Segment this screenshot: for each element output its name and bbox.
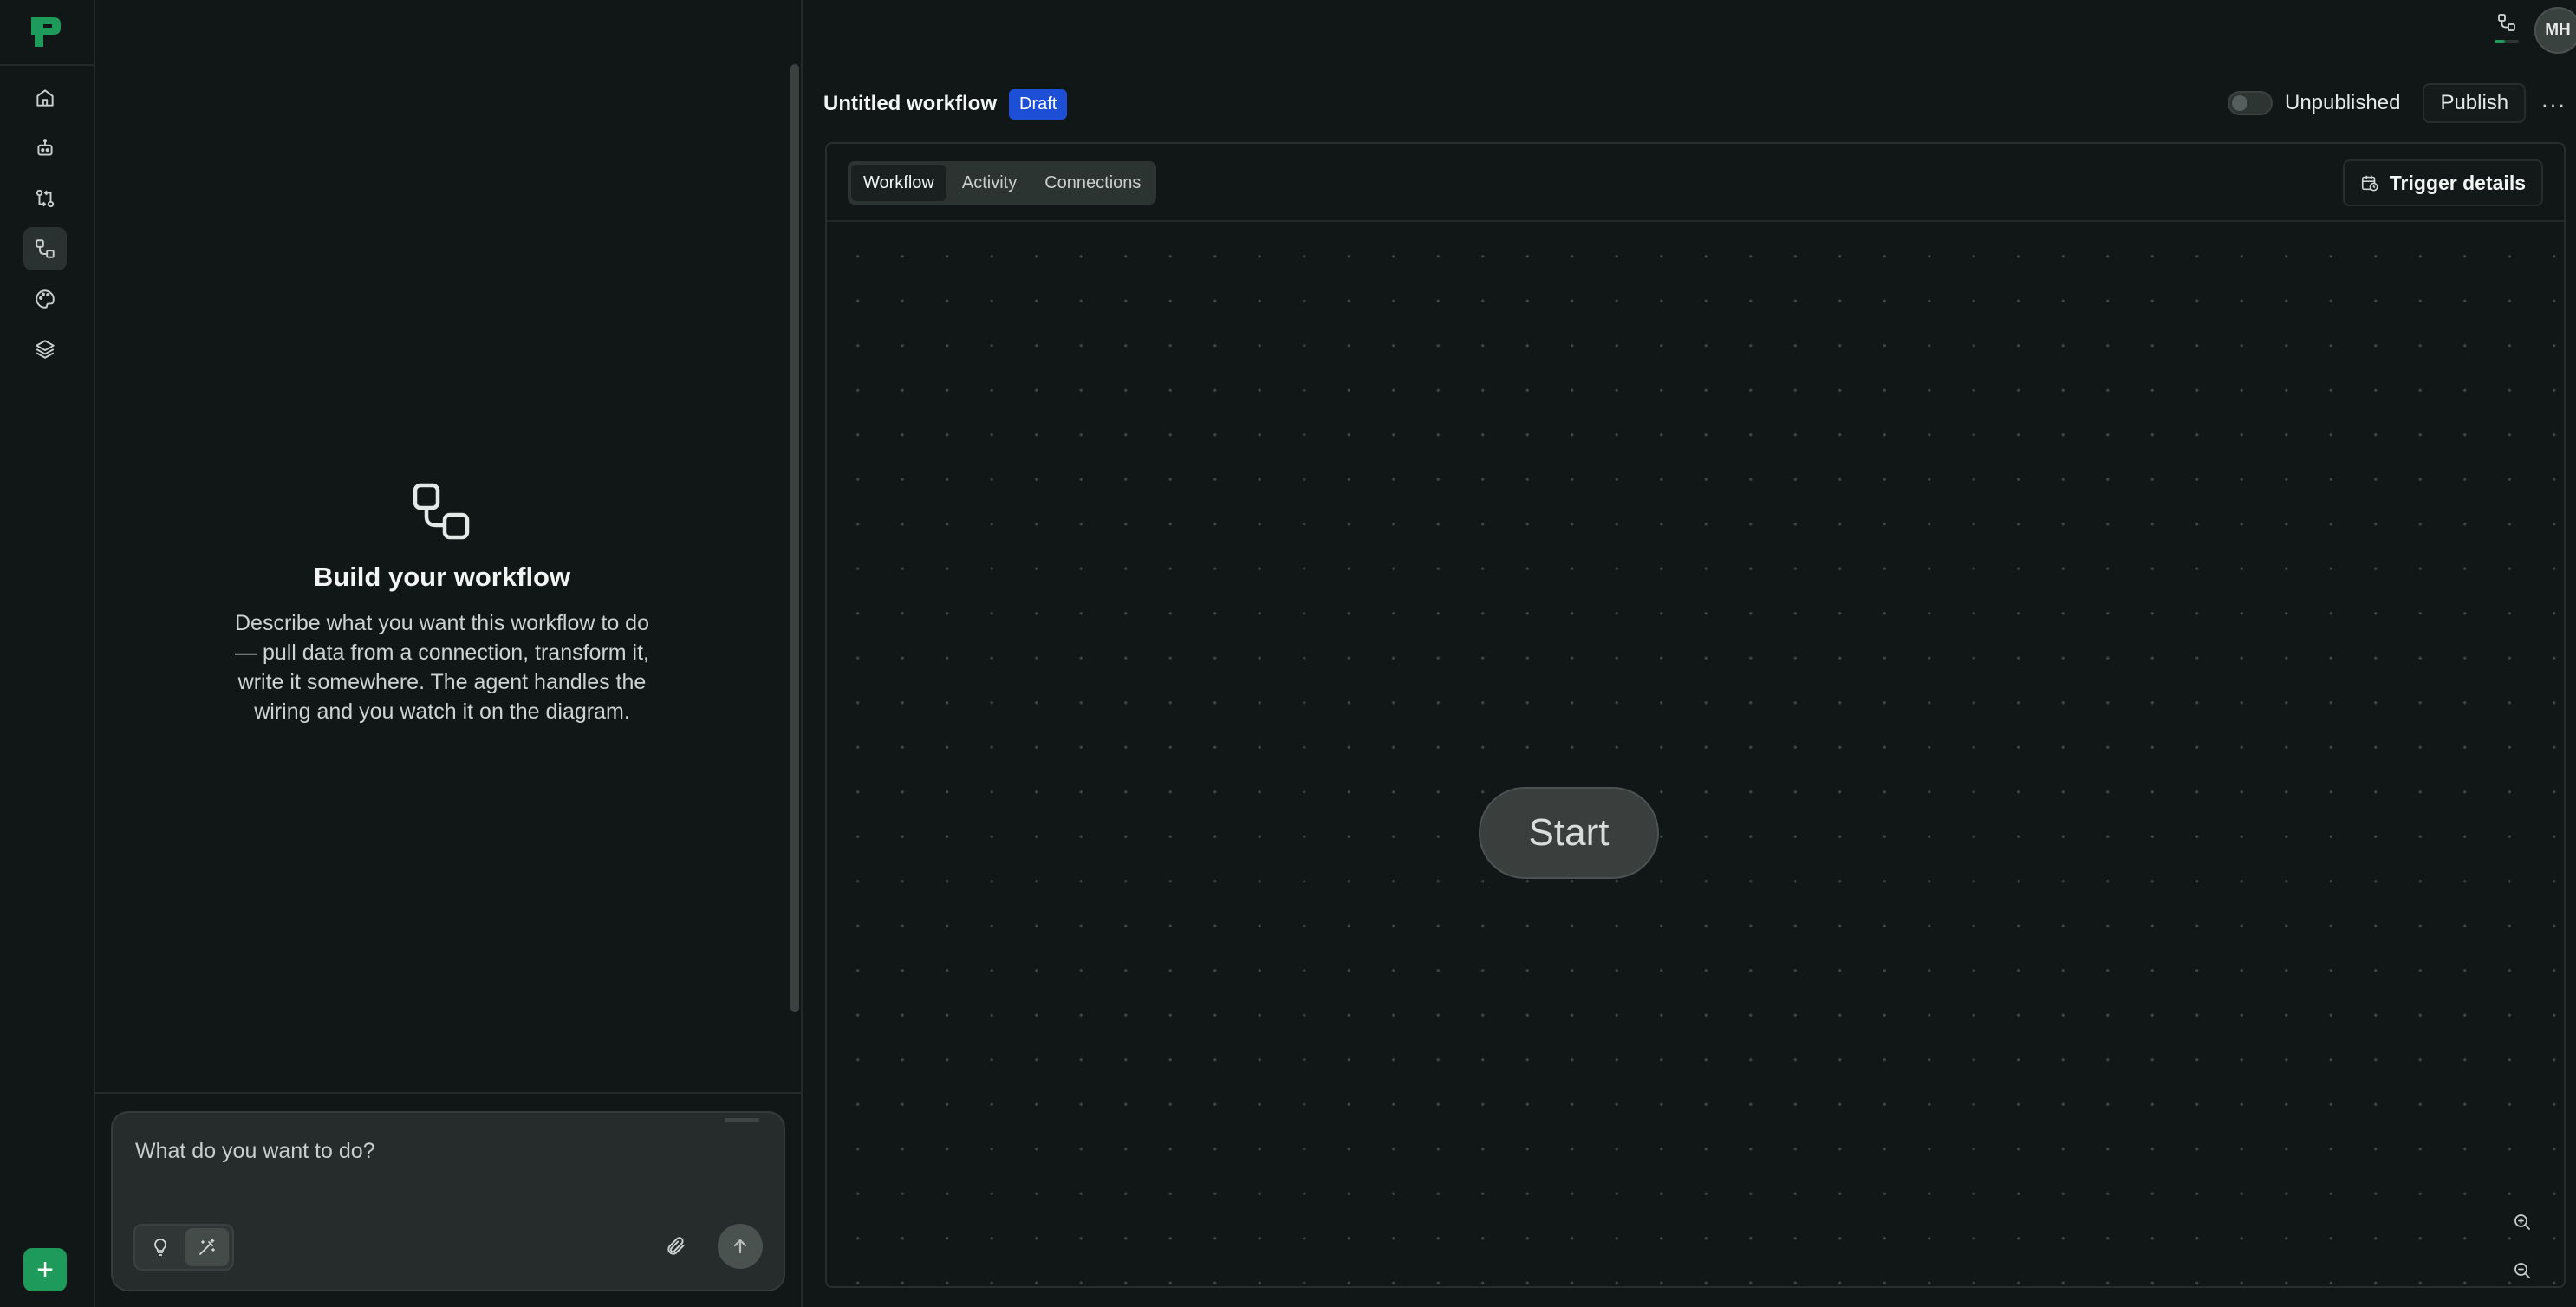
chat-scrollbar[interactable] (790, 64, 799, 1012)
home-icon (36, 89, 54, 107)
nav-item-pipelines[interactable] (23, 177, 67, 220)
workflow-canvas[interactable]: Start (827, 224, 2564, 1286)
workflow-icon (412, 482, 472, 543)
chat-input[interactable] (135, 1134, 759, 1168)
tab-connections[interactable]: Connections (1032, 165, 1153, 201)
more-options-button[interactable]: ··· (2536, 87, 2571, 121)
send-button[interactable] (718, 1224, 763, 1269)
lightbulb-icon (154, 1239, 166, 1256)
workflow-icon (36, 239, 55, 258)
plus-icon: + (36, 1253, 54, 1286)
workflow-icon (2498, 14, 2515, 31)
tab-workflow[interactable]: Workflow (851, 165, 946, 201)
attach-button[interactable] (657, 1227, 695, 1265)
zoom-in-icon (2514, 1214, 2530, 1230)
chat-composer (111, 1111, 785, 1291)
magic-wand-icon (199, 1239, 215, 1255)
trigger-details-label: Trigger details (2389, 171, 2526, 194)
empty-state-title: Build your workflow (313, 562, 571, 592)
arrow-up-icon (733, 1239, 747, 1254)
ellipsis-icon: ··· (2540, 90, 2566, 117)
tab-activity[interactable]: Activity (950, 165, 1029, 201)
start-node[interactable]: Start (1479, 787, 1659, 879)
empty-state-description: Describe what you want this workflow to … (235, 611, 649, 724)
workflow-main: MH Untitled workflow Draft Unpublished P… (804, 0, 2576, 1307)
publish-toggle[interactable] (2228, 91, 2273, 115)
zoom-out-button[interactable] (2500, 1248, 2545, 1286)
zoom-out-icon (2514, 1263, 2530, 1278)
workflow-canvas-frame: Workflow Activity Connections Trigger de… (825, 142, 2566, 1288)
paperclip-icon (667, 1237, 685, 1255)
magic-button[interactable] (185, 1228, 229, 1266)
user-avatar[interactable]: MH (2534, 7, 2576, 54)
composer-divider (95, 1092, 803, 1094)
empty-state: Build your workflow Describe what you wa… (130, 482, 754, 726)
workflow-title[interactable]: Untitled workflow (823, 92, 997, 116)
workflow-header: Untitled workflow Draft (823, 85, 1068, 123)
nav-item-workflows[interactable] (23, 227, 67, 270)
nav-rail: + (0, 0, 95, 1307)
zoom-in-button[interactable] (2500, 1200, 2545, 1245)
toggle-knob (2232, 95, 2247, 111)
ideas-button[interactable] (139, 1228, 182, 1266)
workflow-actions: Unpublished Publish (2228, 83, 2527, 123)
nav-item-themes[interactable] (23, 277, 67, 321)
publish-state-label: Unpublished (2285, 91, 2401, 114)
rail-divider (0, 64, 94, 66)
pipeline-icon (36, 189, 55, 208)
brand-logo[interactable] (28, 14, 64, 50)
publish-button[interactable]: Publish (2423, 83, 2527, 123)
nav-item-layers[interactable] (23, 328, 67, 371)
palette-icon (36, 289, 55, 309)
workflow-status-indicator[interactable] (2491, 12, 2522, 47)
status-badge: Draft (1009, 88, 1068, 120)
resize-grip[interactable] (725, 1118, 759, 1122)
app-root: + Build your workflow Describe what you … (0, 0, 2576, 1307)
calendar-clock-icon (2361, 175, 2378, 192)
composer-tools (133, 1224, 234, 1271)
add-button[interactable]: + (23, 1248, 67, 1291)
layers-icon (36, 340, 55, 359)
canvas-toolbar: Workflow Activity Connections Trigger de… (827, 144, 2564, 222)
canvas-tabs: Workflow Activity Connections (848, 161, 1157, 205)
nav-item-home[interactable] (23, 76, 67, 120)
trigger-details-button[interactable]: Trigger details (2342, 159, 2543, 206)
robot-icon (37, 139, 53, 156)
zoom-controls (2500, 1200, 2545, 1286)
progress-fill (2495, 40, 2505, 43)
nav-item-agents[interactable] (23, 127, 67, 170)
